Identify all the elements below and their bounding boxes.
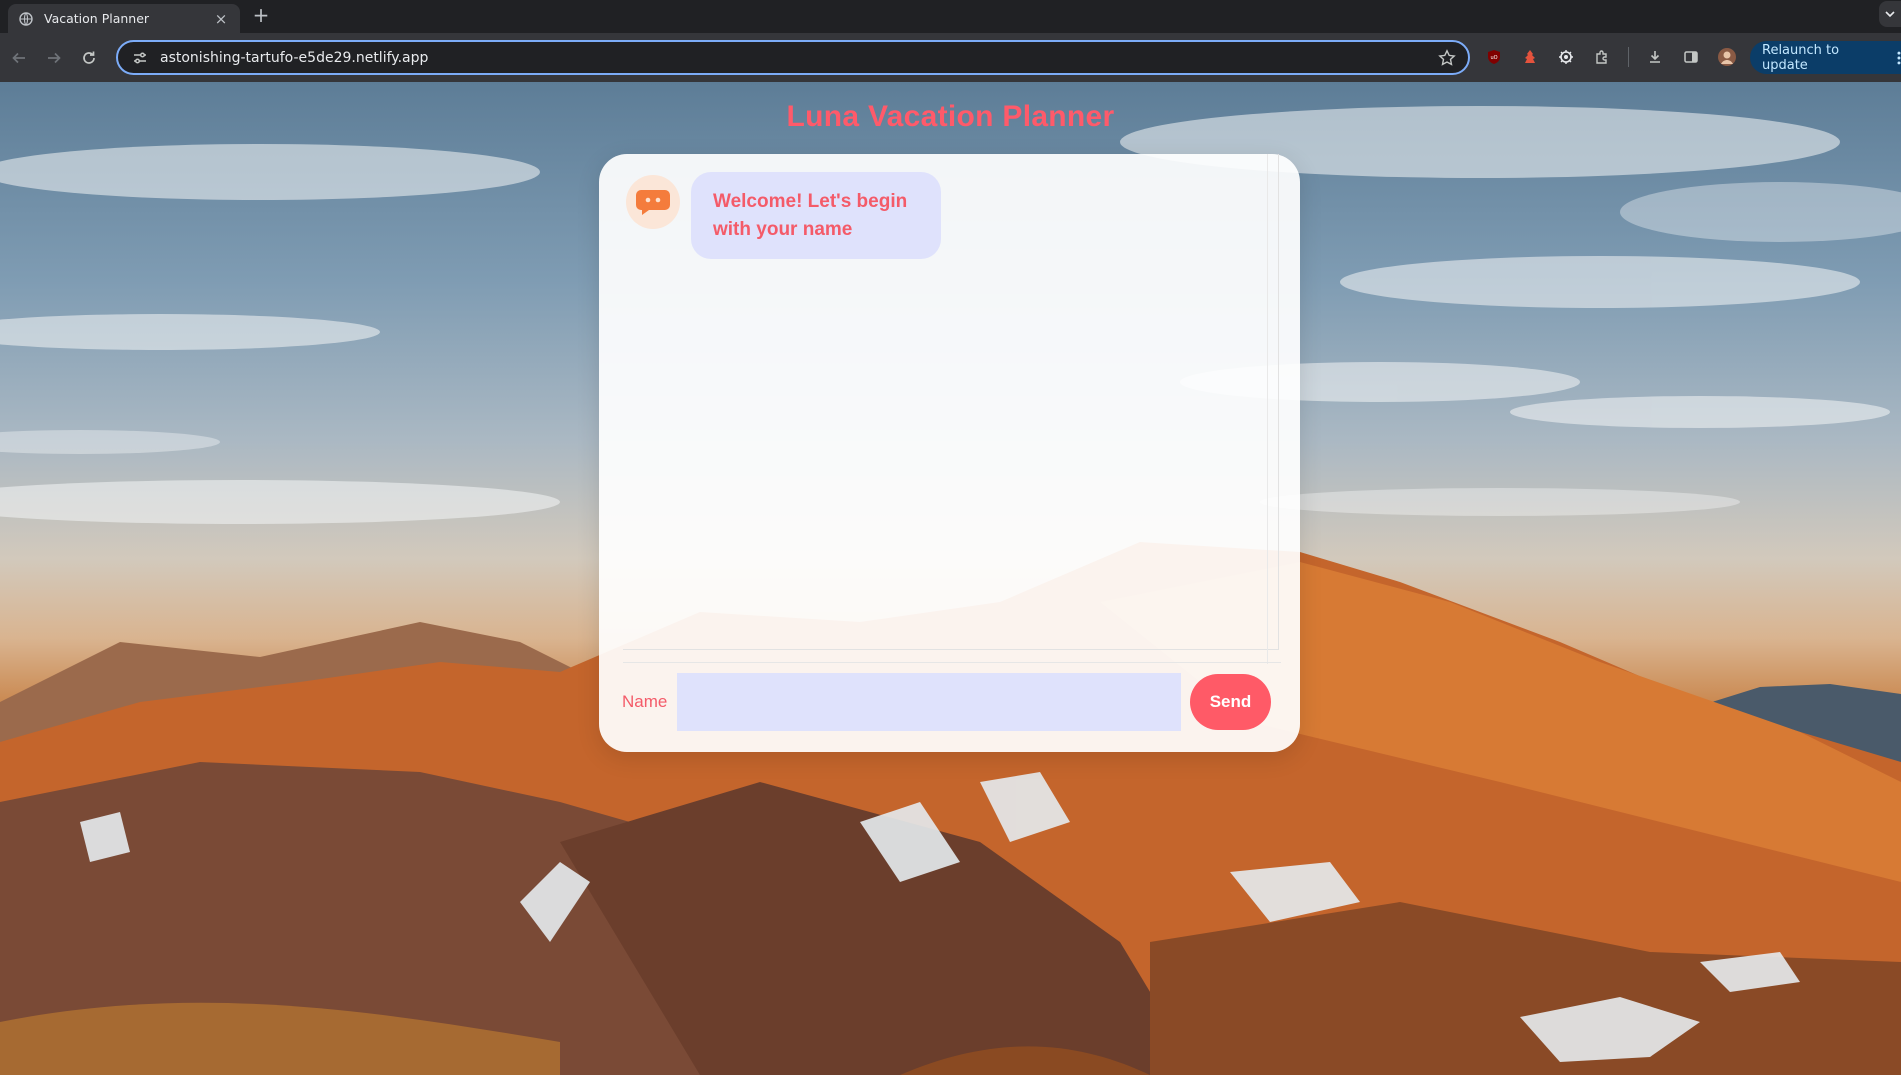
more-vert-icon[interactable] <box>1897 51 1901 65</box>
side-panel-icon[interactable] <box>1675 41 1707 73</box>
back-button[interactable] <box>3 42 35 74</box>
url-text[interactable]: astonishing-tartufo-e5de29.netlify.app <box>160 50 1438 66</box>
toolbar-divider <box>1628 47 1629 67</box>
send-button[interactable]: Send <box>1190 674 1271 730</box>
puzzle-icon[interactable] <box>1586 41 1618 73</box>
gear-extension-icon[interactable] <box>1550 41 1582 73</box>
chat-log-scrollbar[interactable] <box>1267 154 1268 664</box>
red-extension-icon[interactable] <box>1514 41 1546 73</box>
extensions-area: uO <box>1478 41 1743 73</box>
back-arrow-icon <box>12 52 25 63</box>
page-viewport: Luna Vacation Planner Welcome! Let's beg… <box>0 82 1901 1075</box>
message-input-row: Name Send <box>622 672 1278 732</box>
forward-arrow-icon <box>48 52 61 63</box>
browser-toolbar: astonishing-tartufo-e5de29.netlify.app u… <box>0 33 1901 82</box>
bot-message: Welcome! Let's begin with your name <box>626 172 941 259</box>
relaunch-label: Relaunch to update <box>1762 42 1840 73</box>
tab-strip: Vacation Planner × + <box>0 0 1901 33</box>
bot-avatar <box>626 175 680 229</box>
bookmark-star-icon[interactable] <box>1438 48 1456 67</box>
chat-card: Welcome! Let's begin with your name Name… <box>599 154 1300 752</box>
relaunch-to-update-button[interactable]: Relaunch to update <box>1750 41 1901 74</box>
tab-title: Vacation Planner <box>44 11 150 26</box>
address-bar[interactable]: astonishing-tartufo-e5de29.netlify.app <box>116 40 1470 75</box>
page-title: Luna Vacation Planner <box>786 100 1115 133</box>
chat-divider <box>623 662 1281 663</box>
reload-icon <box>83 51 95 64</box>
download-icon[interactable] <box>1639 41 1671 73</box>
globe-icon <box>18 11 34 27</box>
chevron-down-icon <box>1885 11 1895 18</box>
tab-search-button[interactable] <box>1879 1 1901 27</box>
ublock-icon[interactable]: uO <box>1478 41 1510 73</box>
site-settings-icon[interactable] <box>132 50 148 66</box>
name-input[interactable] <box>677 673 1181 731</box>
close-icon[interactable]: × <box>212 10 230 28</box>
name-label: Name <box>622 692 668 711</box>
forward-button[interactable] <box>38 42 70 74</box>
reload-button[interactable] <box>73 42 105 74</box>
chat-bubble-icon <box>636 190 670 215</box>
tab-vacation-planner[interactable]: Vacation Planner × <box>8 4 240 33</box>
profile-avatar[interactable] <box>1711 41 1743 73</box>
new-tab-button[interactable]: + <box>250 3 272 27</box>
message-bubble: Welcome! Let's begin with your name <box>691 172 941 259</box>
svg-text:uO: uO <box>1490 55 1497 61</box>
